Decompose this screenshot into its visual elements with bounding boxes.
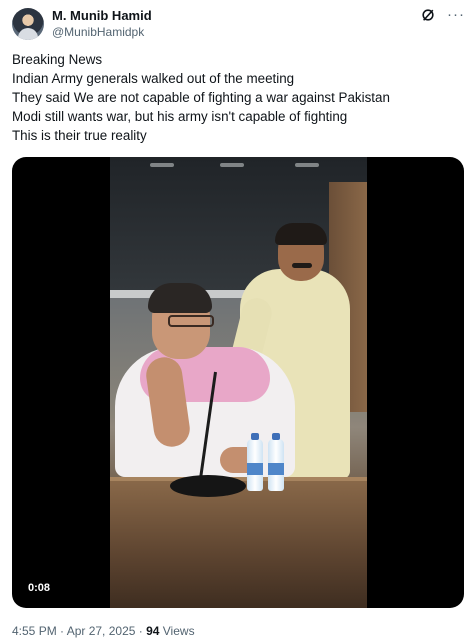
author-avatar[interactable] [12,8,44,40]
standing-man-mustache [292,263,312,268]
ceiling-light [150,163,174,167]
bottle-label [268,463,284,475]
tweet-line: Breaking News [12,52,103,67]
conference-table [110,477,367,608]
avatar-shirt [18,28,38,40]
tweet-line: They said We are not capable of fighting… [12,90,390,105]
header-actions: ··· [421,7,465,22]
tweet-line: This is their true reality [12,128,147,143]
water-bottle [268,433,284,491]
tweet-line: Modi still wants war, but his army isn't… [12,109,348,124]
bottle-label [247,463,263,475]
author-handle[interactable]: @MunibHamidpk [52,25,144,40]
standing-man-hair [275,223,327,245]
bottle-cap [272,433,280,440]
water-bottle [247,433,263,491]
tweet-line: Indian Army generals walked out of the m… [12,71,295,86]
video-duration: 0:08 [24,580,55,596]
video-frame[interactable] [110,157,367,608]
microphone-base [170,475,246,497]
views-count[interactable]: 94 [146,624,159,638]
video-player[interactable]: 0:08 [12,157,464,608]
ceiling-light [295,163,319,167]
tweet-text: Breaking News Indian Army generals walke… [12,50,462,145]
tweet-meta: 4:55 PM · Apr 27, 2025 · 94 Views [12,624,195,638]
more-icon[interactable]: ··· [447,7,465,22]
author-name[interactable]: M. Munib Hamid [52,8,152,24]
seated-man-hair [148,283,212,313]
timestamp[interactable]: 4:55 PM · Apr 27, 2025 · [12,624,146,638]
views-label: Views [159,624,195,638]
seated-man-glasses [168,315,214,327]
ceiling-light [220,163,244,167]
grok-icon[interactable] [421,8,435,22]
bottle-cap [251,433,259,440]
tweet-header: M. Munib Hamid @MunibHamidpk ··· [12,6,465,42]
